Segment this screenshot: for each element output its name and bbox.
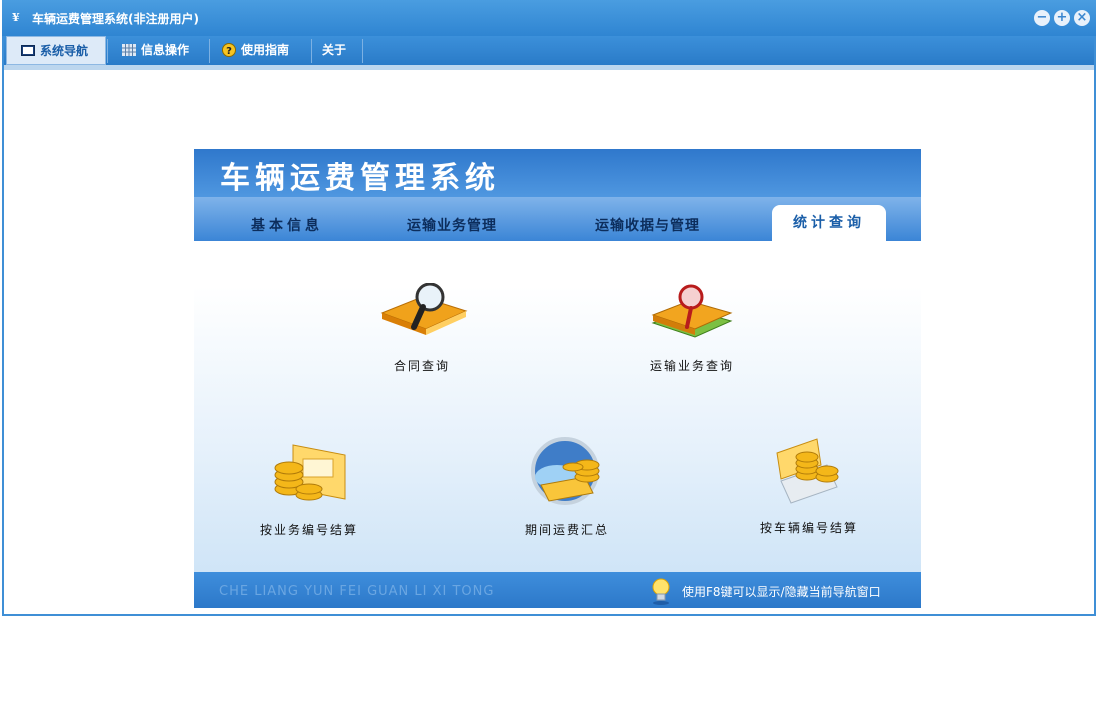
book-magnifier-icon <box>380 282 468 335</box>
item-label: 合同查询 <box>393 359 450 373</box>
panel-tab-transport-receipts[interactable]: 运输收据与管理 <box>595 215 700 235</box>
tab-about[interactable]: 关于 <box>312 36 362 65</box>
globe-coins-icon <box>531 437 600 505</box>
footer-pinyin-text: CHE LIANG YUN FEI GUAN LI XI TONG <box>219 584 495 599</box>
lightbulb-icon <box>652 578 670 605</box>
app-logo-icon: ¥ <box>12 11 20 24</box>
help-icon: ? <box>222 43 236 57</box>
maximize-button[interactable]: + <box>1054 10 1070 26</box>
panel-tab-transport-business[interactable]: 运输业务管理 <box>407 215 497 235</box>
close-button[interactable]: × <box>1074 10 1090 26</box>
item-label: 期间运费汇总 <box>524 523 609 537</box>
panel-tab-bar: 基本信息 运输业务管理 运输收据与管理 统计查询 <box>194 197 921 241</box>
item-label: 按业务编号结算 <box>259 523 358 537</box>
grid-icon <box>122 44 136 56</box>
item-label: 运输业务查询 <box>649 359 734 373</box>
coins-card-icon <box>274 444 346 501</box>
footer-hint-text: 使用F8键可以显示/隐藏当前导航窗口 <box>682 585 881 599</box>
panel-tab-statistics-query[interactable]: 统计查询 <box>772 205 886 241</box>
books-magnifier-icon <box>651 284 733 338</box>
tab-user-guide[interactable]: ? 使用指南 <box>210 36 310 65</box>
transport-business-query-item[interactable]: 运输业务查询 <box>636 283 748 374</box>
title-bar: ¥ 车辆运费管理系统(非注册用户) − + × <box>2 0 1096 36</box>
system-title: 车辆运费管理系统 <box>220 161 500 196</box>
navigation-panel: 车辆运费管理系统 基本信息 运输业务管理 运输收据与管理 统计查询 合同查询 运… <box>194 149 921 608</box>
tab-label: 信息操作 <box>141 43 190 57</box>
menu-bar: 系统导航 信息操作 ? 使用指南 关于 <box>4 36 1094 70</box>
tab-label: 关于 <box>322 43 347 57</box>
contract-query-item[interactable]: 合同查询 <box>367 282 477 374</box>
tab-label: 系统导航 <box>40 44 89 58</box>
settle-by-vehicle-number-item[interactable]: 按车辆编号结算 <box>749 435 869 536</box>
tab-label: 使用指南 <box>241 43 290 57</box>
panel-tab-basic-info[interactable]: 基本信息 <box>251 215 323 235</box>
item-label: 按车辆编号结算 <box>759 521 858 535</box>
svg-text:?: ? <box>226 46 232 57</box>
settle-by-business-number-item[interactable]: 按业务编号结算 <box>249 437 369 538</box>
tab-info-operation[interactable]: 信息操作 <box>108 36 208 65</box>
minimize-button[interactable]: − <box>1034 10 1050 26</box>
period-freight-summary-item[interactable]: 期间运费汇总 <box>512 435 622 538</box>
monitor-icon <box>21 45 35 56</box>
panel-footer: CHE LIANG YUN FEI GUAN LI XI TONG 使用F8键可… <box>194 572 921 608</box>
tab-system-navigation[interactable]: 系统导航 <box>6 36 106 65</box>
coins-stack-icon <box>776 438 839 504</box>
window-title: 车辆运费管理系统(非注册用户) <box>32 12 199 26</box>
panel-header: 车辆运费管理系统 <box>194 149 921 197</box>
